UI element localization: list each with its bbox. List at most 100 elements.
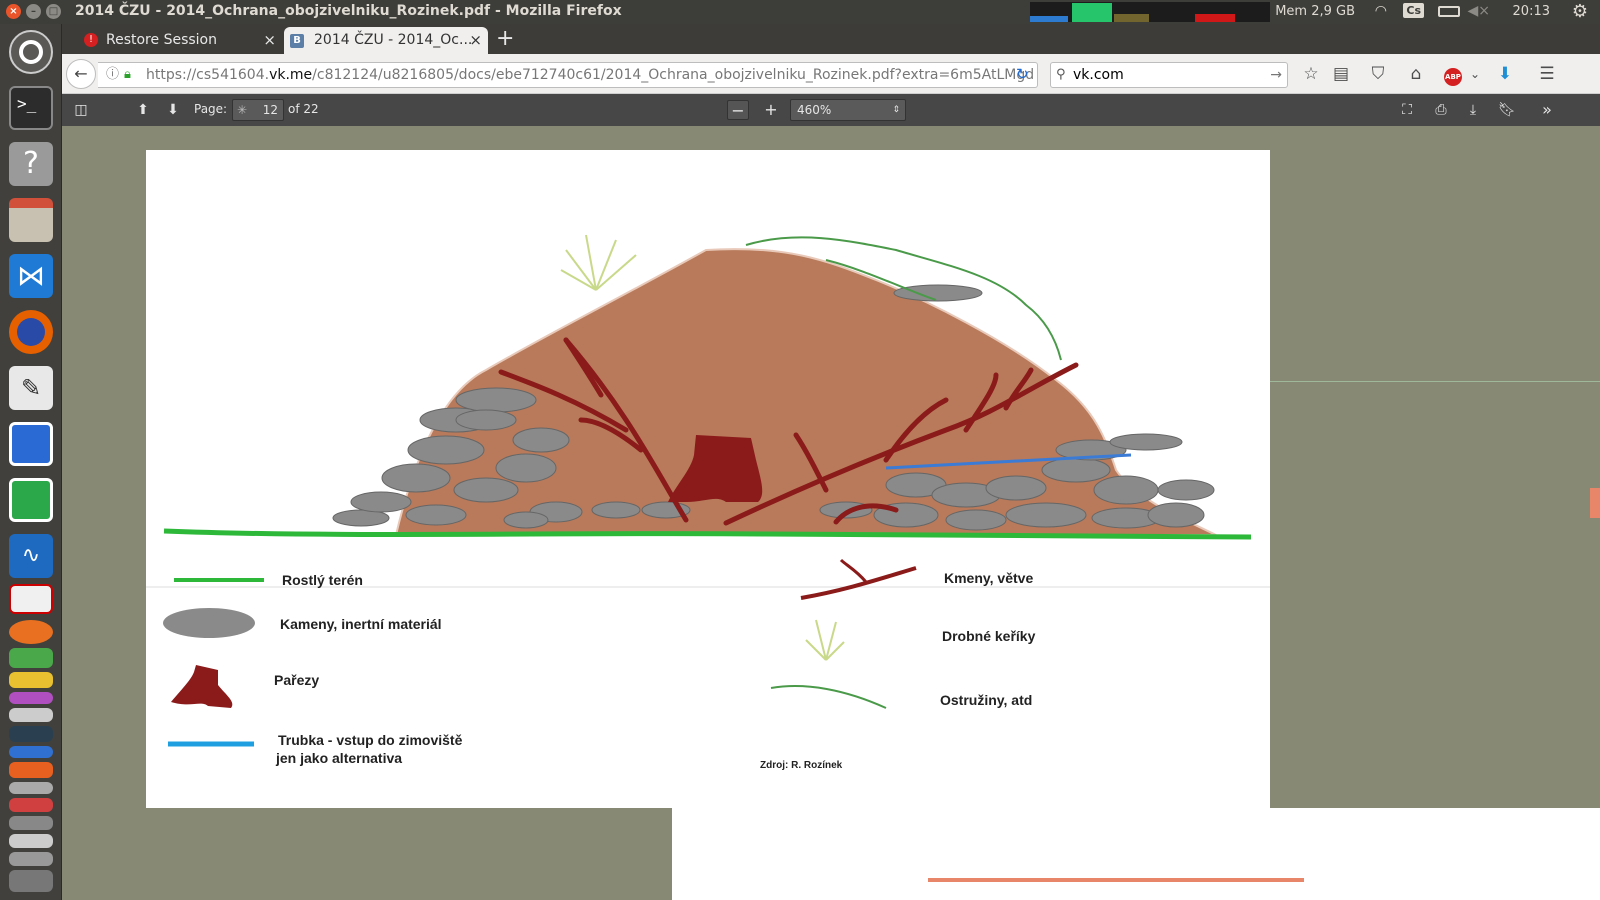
adblock-icon[interactable]: ABP: [1442, 63, 1464, 86]
app-icon-red[interactable]: [9, 584, 53, 614]
page-number-input[interactable]: ✳ 12: [232, 99, 284, 121]
trash-icon[interactable]: [9, 870, 53, 892]
previous-page-button[interactable]: ⬆: [132, 100, 154, 120]
reload-icon[interactable]: ↻: [1016, 65, 1029, 83]
print-icon[interactable]: ⎙: [1430, 100, 1452, 120]
url-prefix: https://cs541604.: [146, 67, 270, 83]
app-icon-purple[interactable]: [9, 692, 53, 704]
help-icon[interactable]: ?: [9, 142, 53, 186]
window-close-button[interactable]: ×: [6, 4, 21, 19]
writer-icon[interactable]: [9, 422, 53, 466]
close-icon[interactable]: ×: [469, 27, 482, 54]
bluetooth-icon[interactable]: [9, 746, 53, 758]
legend-pipe-label-2: jen jako alternativa: [276, 750, 403, 766]
bookmark-star-icon[interactable]: ☆: [1300, 63, 1322, 85]
url-bar[interactable]: ⓘ 🔒︎ https://cs541604.vk.me/c812124/u821…: [98, 62, 1038, 88]
software-center-icon[interactable]: [9, 762, 53, 778]
app-icon-misc-3[interactable]: [9, 834, 53, 848]
battery-icon[interactable]: [1438, 6, 1460, 17]
viewer-divider-line: [1270, 381, 1600, 382]
download-icon[interactable]: ⬇: [1494, 63, 1516, 85]
source-credit: Zdroj: R. Rozínek: [760, 760, 843, 771]
sidebar-toggle-icon[interactable]: ◫: [70, 100, 92, 120]
url-domain: vk.me: [269, 67, 313, 83]
launcher: >_ ? ⋈ ✎ ∿: [0, 24, 62, 900]
app-icon-orange[interactable]: [9, 620, 53, 644]
pocket-icon[interactable]: ⛉: [1367, 63, 1389, 85]
wifi-icon[interactable]: ◠: [1375, 3, 1387, 19]
window-maximize-button[interactable]: □: [46, 4, 61, 19]
top-panel: × – □ 2014 ČZU - 2014_Ochrana_obojziveln…: [0, 0, 1600, 24]
monitor-icon[interactable]: [9, 726, 53, 742]
legend-stones-label: Kameny, inertní materiál: [280, 616, 442, 632]
go-arrow-icon[interactable]: →: [1270, 63, 1282, 87]
clock[interactable]: 20:13: [1513, 4, 1550, 19]
new-tab-button[interactable]: +: [496, 26, 514, 51]
search-icon: ⚲: [1056, 67, 1066, 82]
python-icon[interactable]: [9, 672, 53, 688]
keyboard-layout-indicator[interactable]: Cs: [1403, 3, 1424, 18]
app-icon-misc-1[interactable]: [9, 798, 53, 812]
legend-shrubs-label: Drobné keříky: [942, 628, 1036, 644]
app-icon-misc-2[interactable]: [9, 816, 53, 830]
tab-label: Restore Session: [106, 32, 217, 48]
scrollbar-thumb[interactable]: [1590, 488, 1600, 518]
system-monitor-graph[interactable]: [1030, 2, 1270, 22]
memory-indicator[interactable]: Mem 2,9 GB: [1275, 4, 1355, 19]
tab-label: 2014 ČZU - 2014_Oc...: [314, 32, 473, 48]
pdf-viewer[interactable]: Rostlý terén Kameny, inertní materiál Pa…: [62, 126, 1600, 900]
tools-chevron-icon[interactable]: »: [1536, 100, 1558, 120]
qt-icon[interactable]: [9, 648, 53, 668]
files-icon[interactable]: [9, 198, 53, 242]
terminal-icon[interactable]: >_: [9, 86, 53, 130]
close-icon[interactable]: ×: [263, 27, 276, 54]
drive-icon[interactable]: [9, 782, 53, 794]
firefox-icon[interactable]: [9, 310, 53, 354]
search-bar[interactable]: ⚲ vk.com →: [1050, 62, 1288, 88]
legend-pipe-label-1: Trubka - vstup do zimoviště: [278, 732, 463, 748]
pdf-toolbar: ◫ ⬆ ⬇ Page: ✳ 12 of 22 − + 460% ⇕ ⛶ ⎙ ⤓ …: [62, 94, 1600, 126]
volume-muted-icon[interactable]: ◀×: [1468, 3, 1491, 19]
calc-icon[interactable]: [9, 478, 53, 522]
text-editor-icon[interactable]: ✎: [9, 366, 53, 410]
loading-spinner-icon: ✳: [237, 103, 248, 117]
zoom-select[interactable]: 460% ⇕: [790, 99, 906, 121]
lock-icon: 🔒︎: [124, 67, 131, 82]
legend-branches-label: Kmeny, větve: [944, 570, 1034, 586]
tab-strip: ! Restore Session × B 2014 ČZU - 2014_Oc…: [62, 24, 1600, 54]
tab-pdf-document[interactable]: B 2014 ČZU - 2014_Oc... ×: [284, 27, 488, 54]
reading-list-icon[interactable]: ▤: [1330, 63, 1352, 85]
legend-bramble-swatch: [770, 685, 887, 709]
chevron-down-icon[interactable]: ⌄: [1464, 63, 1486, 85]
navigation-toolbar: ← ⓘ 🔒︎ https://cs541604.vk.me/c812124/u8…: [62, 54, 1600, 94]
search-input[interactable]: vk.com: [1073, 67, 1124, 83]
ubuntu-dash-icon[interactable]: [9, 30, 53, 74]
info-icon[interactable]: ⓘ: [106, 63, 119, 87]
presentation-mode-icon[interactable]: ⛶: [1396, 100, 1418, 120]
tab-restore-session[interactable]: ! Restore Session ×: [76, 27, 282, 54]
legend-shrub-swatch: [805, 619, 845, 661]
legend-branch-twig: [839, 558, 868, 583]
page-label: Page:: [194, 102, 228, 116]
legend-stone-swatch: [163, 608, 255, 638]
gear-icon[interactable]: ⚙: [1572, 1, 1588, 22]
warning-icon: !: [84, 33, 98, 47]
hibernaculum-diagram: [146, 234, 1270, 747]
app-icon-misc-4[interactable]: [9, 852, 53, 866]
zoom-out-button[interactable]: −: [727, 100, 749, 120]
save-icon[interactable]: ⤓: [1462, 100, 1484, 120]
home-icon[interactable]: ⌂: [1405, 63, 1427, 85]
zoom-in-button[interactable]: +: [760, 100, 782, 120]
next-page-button[interactable]: ⬇: [162, 100, 184, 120]
pdf-page: Rostlý terén Kameny, inertní materiál Pa…: [146, 150, 1270, 808]
back-button[interactable]: ←: [66, 59, 96, 89]
vk-favicon-icon: B: [290, 34, 304, 48]
legend-stump-swatch: [171, 665, 233, 708]
keyboard-icon[interactable]: [9, 708, 53, 722]
bookmark-icon[interactable]: 🔖︎: [1496, 100, 1518, 120]
system-monitor-icon[interactable]: ∿: [9, 534, 53, 578]
window-minimize-button[interactable]: –: [26, 4, 41, 19]
menu-icon[interactable]: ☰: [1536, 63, 1558, 85]
horizontal-scroll-indicator[interactable]: [928, 878, 1304, 882]
vscode-icon[interactable]: ⋈: [9, 254, 53, 298]
